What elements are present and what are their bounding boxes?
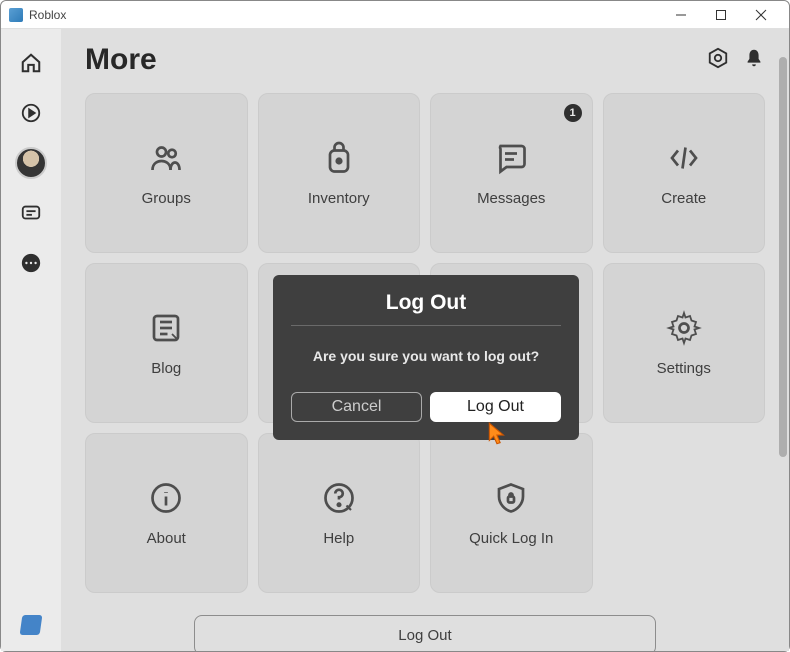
tile-create[interactable]: Create <box>603 93 766 253</box>
roblox-logo-icon <box>20 615 43 635</box>
logout-button[interactable]: Log Out <box>194 615 656 651</box>
tile-label: Messages <box>477 190 545 207</box>
settings-icon <box>666 310 702 346</box>
window-controls <box>661 3 781 27</box>
tile-settings[interactable]: Settings <box>603 263 766 423</box>
groups-icon <box>148 140 184 176</box>
tile-quick-login[interactable]: Quick Log In <box>430 433 593 593</box>
modal-message: Are you sure you want to log out? <box>291 348 561 364</box>
messages-icon <box>493 140 529 176</box>
scrollbar[interactable] <box>779 57 787 457</box>
logout-modal: Log Out Are you sure you want to log out… <box>273 275 579 440</box>
tile-help[interactable]: Help <box>258 433 421 593</box>
tile-label: Help <box>323 530 354 547</box>
nav-home[interactable] <box>15 47 47 79</box>
tile-messages[interactable]: 1 Messages <box>430 93 593 253</box>
tile-label: Create <box>661 190 706 207</box>
tile-label: About <box>147 530 186 547</box>
page-header: More <box>85 43 765 77</box>
tile-groups[interactable]: Groups <box>85 93 248 253</box>
window-title: Roblox <box>29 8 661 22</box>
shield-lock-icon <box>493 480 529 516</box>
nav-more[interactable] <box>15 247 47 279</box>
tile-empty <box>603 433 766 593</box>
notifications-icon[interactable] <box>743 47 765 74</box>
app-icon <box>9 8 23 22</box>
nav-chat[interactable] <box>15 197 47 229</box>
modal-title: Log Out <box>291 291 561 315</box>
tile-label: Blog <box>151 360 181 377</box>
tile-label: Inventory <box>308 190 370 207</box>
tile-label: Groups <box>142 190 191 207</box>
tile-label: Settings <box>657 360 711 377</box>
minimize-button[interactable] <box>661 3 701 27</box>
tile-blog[interactable]: Blog <box>85 263 248 423</box>
create-icon <box>666 140 702 176</box>
close-button[interactable] <box>741 3 781 27</box>
titlebar: Roblox <box>1 1 789 29</box>
maximize-button[interactable] <box>701 3 741 27</box>
help-icon <box>321 480 357 516</box>
nav-avatar[interactable] <box>15 147 47 179</box>
tile-inventory[interactable]: Inventory <box>258 93 421 253</box>
tile-about[interactable]: About <box>85 433 248 593</box>
info-icon <box>148 480 184 516</box>
blog-icon <box>148 310 184 346</box>
confirm-logout-button[interactable]: Log Out <box>430 392 561 422</box>
sidebar <box>1 29 61 651</box>
cancel-button[interactable]: Cancel <box>291 392 422 422</box>
tile-label: Quick Log In <box>469 530 553 547</box>
page-title: More <box>85 43 707 77</box>
divider <box>291 325 561 326</box>
nav-discover[interactable] <box>15 97 47 129</box>
inventory-icon <box>321 140 357 176</box>
badge: 1 <box>564 104 582 122</box>
robux-icon[interactable] <box>707 47 729 74</box>
modal-buttons: Cancel Log Out <box>291 392 561 422</box>
app-window: Roblox <box>0 0 790 652</box>
